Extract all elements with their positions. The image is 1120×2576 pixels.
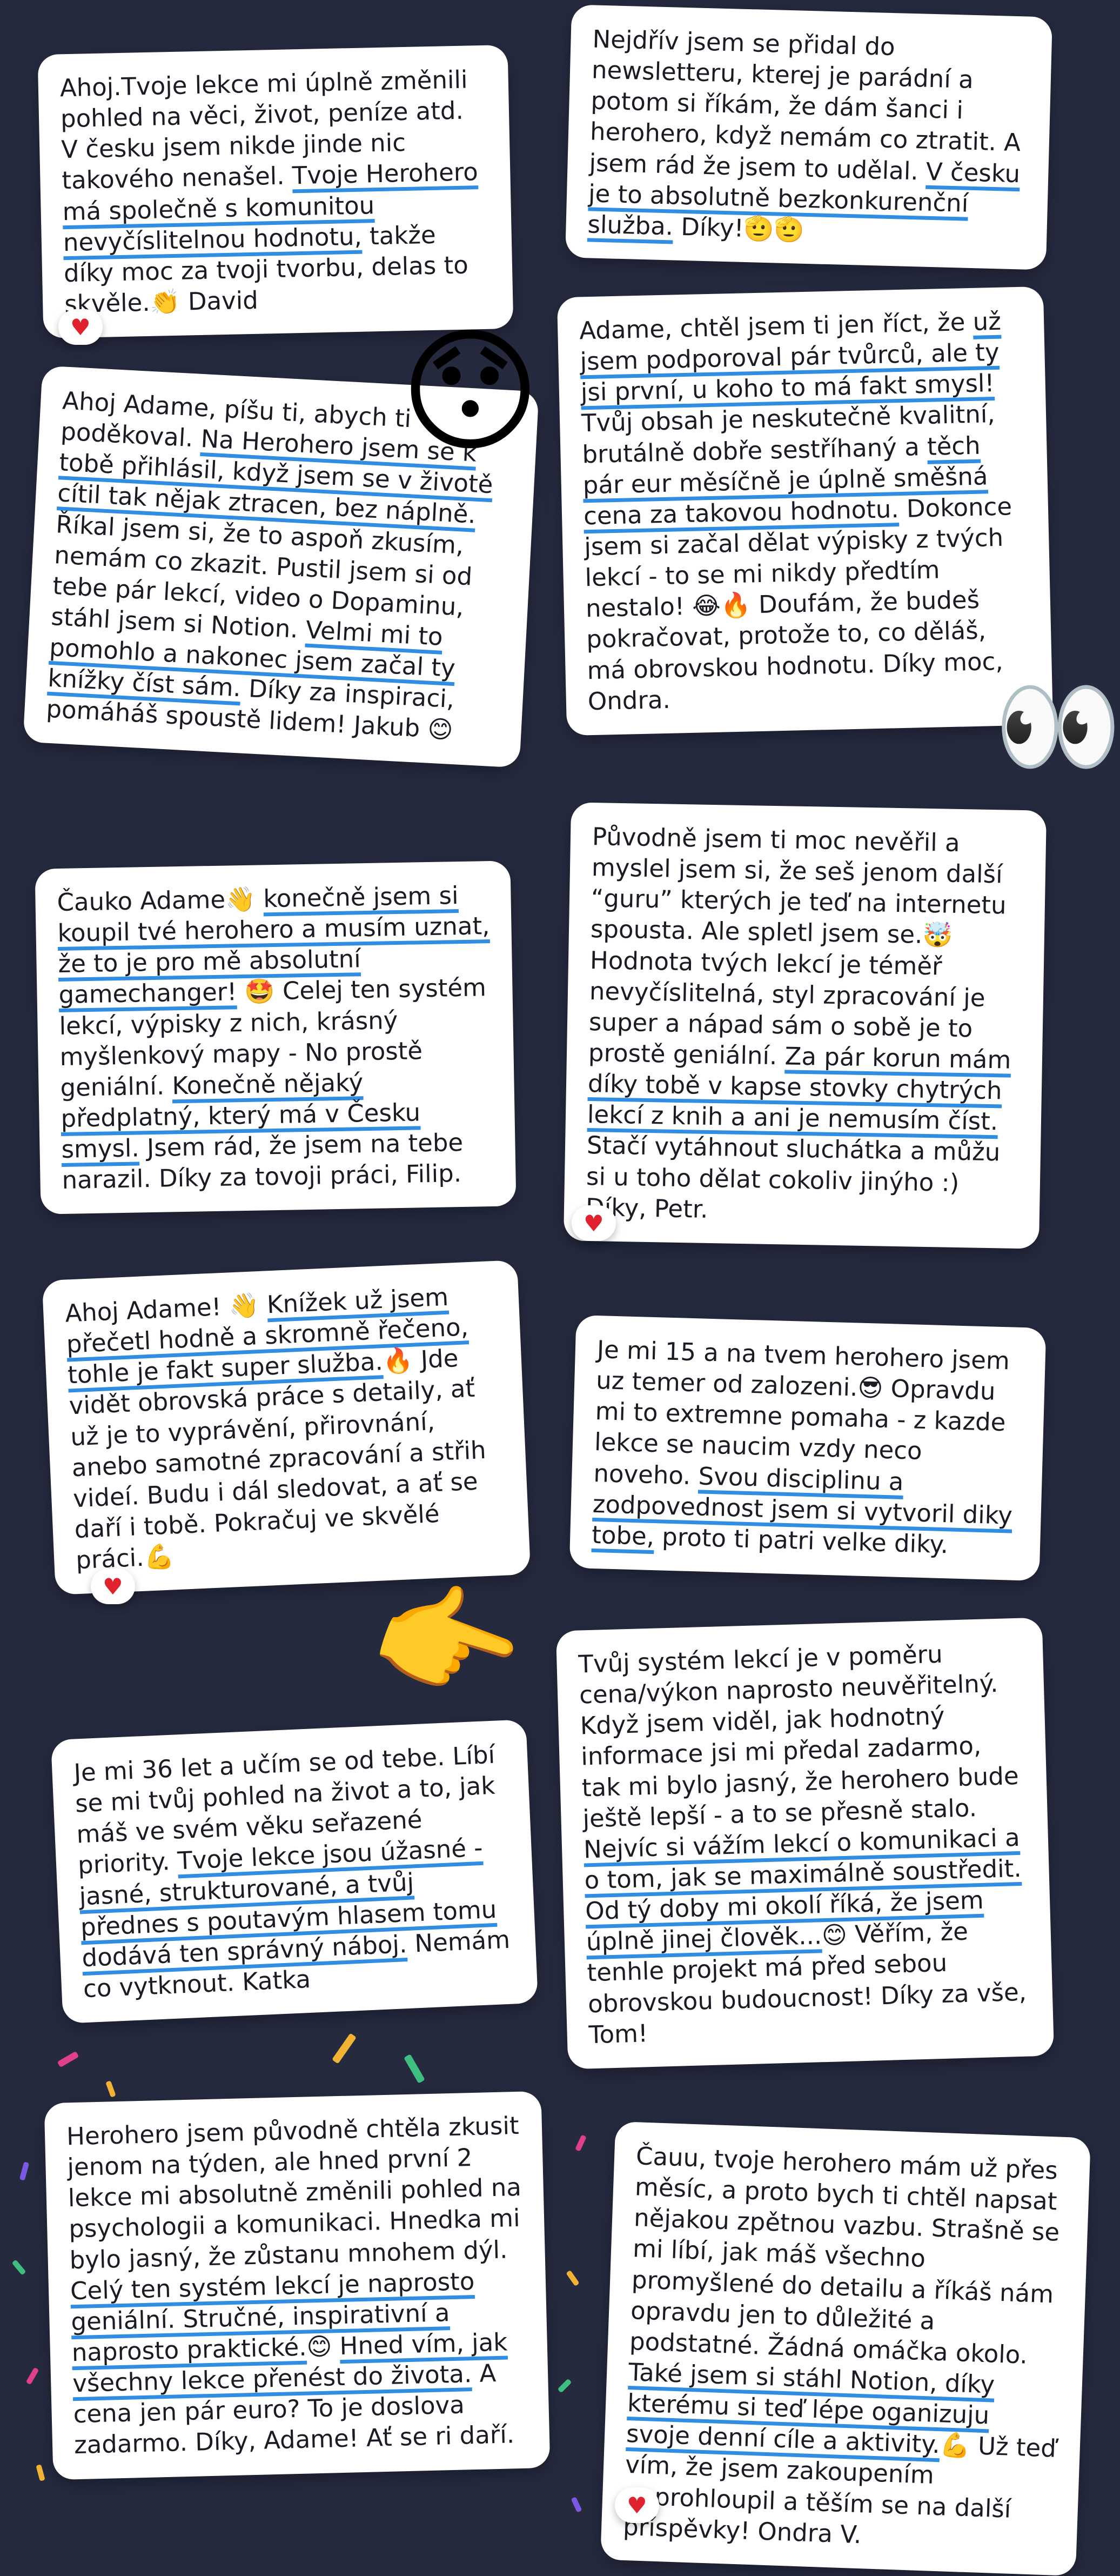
heart-reaction[interactable]: ♥ [615, 2487, 659, 2523]
heart-icon: ♥ [103, 1573, 123, 1600]
confetti-piece [25, 2367, 39, 2385]
confetti-piece [575, 2134, 587, 2152]
message-text: Nejdřív jsem se přidal do newsletteru, k… [587, 24, 1021, 244]
confetti-piece [404, 2054, 425, 2084]
message-card-5: Čauko Adame👋 konečně jsem si koupil tvé … [35, 860, 517, 1215]
heart-reaction[interactable]: ♥ [91, 1569, 135, 1604]
message-text: Je mi 36 let a učím se od tebe. Líbí se … [73, 1740, 511, 2004]
message-card-11: Herohero jsem původně chtěla zkusit jeno… [44, 2091, 551, 2480]
message-text: Adame, chtěl jsem ti jen říct, že už jse… [579, 306, 1012, 716]
message-card-4: Adame, chtěl jsem ti jen říct, že už jse… [556, 286, 1054, 736]
message-card-6: Původně jsem ti moc nevěřil a myslel jse… [563, 802, 1047, 1249]
confetti-piece [36, 2464, 45, 2481]
eyes-icon: 👀 [994, 667, 1120, 786]
confetti-piece [332, 2033, 357, 2064]
message-card-7: Ahoj Adame! 👋 Knížek už jsem přečetl hod… [42, 1260, 531, 1596]
confetti-piece [19, 2161, 30, 2181]
message-card-12: Čauu, tvoje herohero mám už přes měsíc, … [600, 2121, 1091, 2576]
message-text: Původně jsem ti moc nevěřil a myslel jse… [585, 822, 1011, 1224]
heart-icon: ♥ [584, 1210, 604, 1237]
message-text: Čauu, tvoje herohero mám už přes měsíc, … [622, 2141, 1061, 2549]
pointing-hand-icon: 👉 [353, 1552, 540, 1734]
message-card-1: Ahoj.Tvoje lekce mi úplně změnili pohled… [37, 44, 514, 339]
message-text: Tvůj systém lekcí je v poměru cena/výkon… [578, 1639, 1027, 2049]
message-text: Herohero jsem původně chtěla zkusit jeno… [66, 2111, 522, 2460]
surprised-face-icon: 😯 [400, 313, 541, 470]
heart-icon: ♥ [627, 2492, 647, 2519]
confetti-piece [11, 2259, 26, 2275]
message-text: Ahoj Adame! 👋 Knížek už jsem přečetl hod… [64, 1282, 487, 1575]
confetti-piece [566, 2270, 580, 2287]
message-card-10: Tvůj systém lekcí je v poměru cena/výkon… [555, 1617, 1055, 2070]
message-card-8: Je mi 15 a na tvem herohero jsem uz teme… [569, 1314, 1047, 1581]
heart-icon: ♥ [70, 313, 91, 341]
heart-reaction[interactable]: ♥ [58, 309, 103, 345]
message-text: Čauko Adame👋 konečně jsem si koupil tvé … [57, 881, 490, 1195]
message-text: Je mi 15 a na tvem herohero jsem uz teme… [591, 1335, 1013, 1559]
message-card-2: Nejdřív jsem se přidal do newsletteru, k… [565, 4, 1052, 270]
confetti-piece [571, 2497, 582, 2513]
heart-reaction[interactable]: ♥ [572, 1205, 616, 1241]
message-card-9: Je mi 36 let a učím se od tebe. Líbí se … [50, 1719, 539, 2024]
message-text: Ahoj.Tvoje lekce mi úplně změnili pohled… [59, 65, 479, 319]
confetti-piece [557, 2378, 572, 2393]
confetti-piece [57, 2051, 79, 2068]
confetti-piece [105, 2080, 116, 2098]
